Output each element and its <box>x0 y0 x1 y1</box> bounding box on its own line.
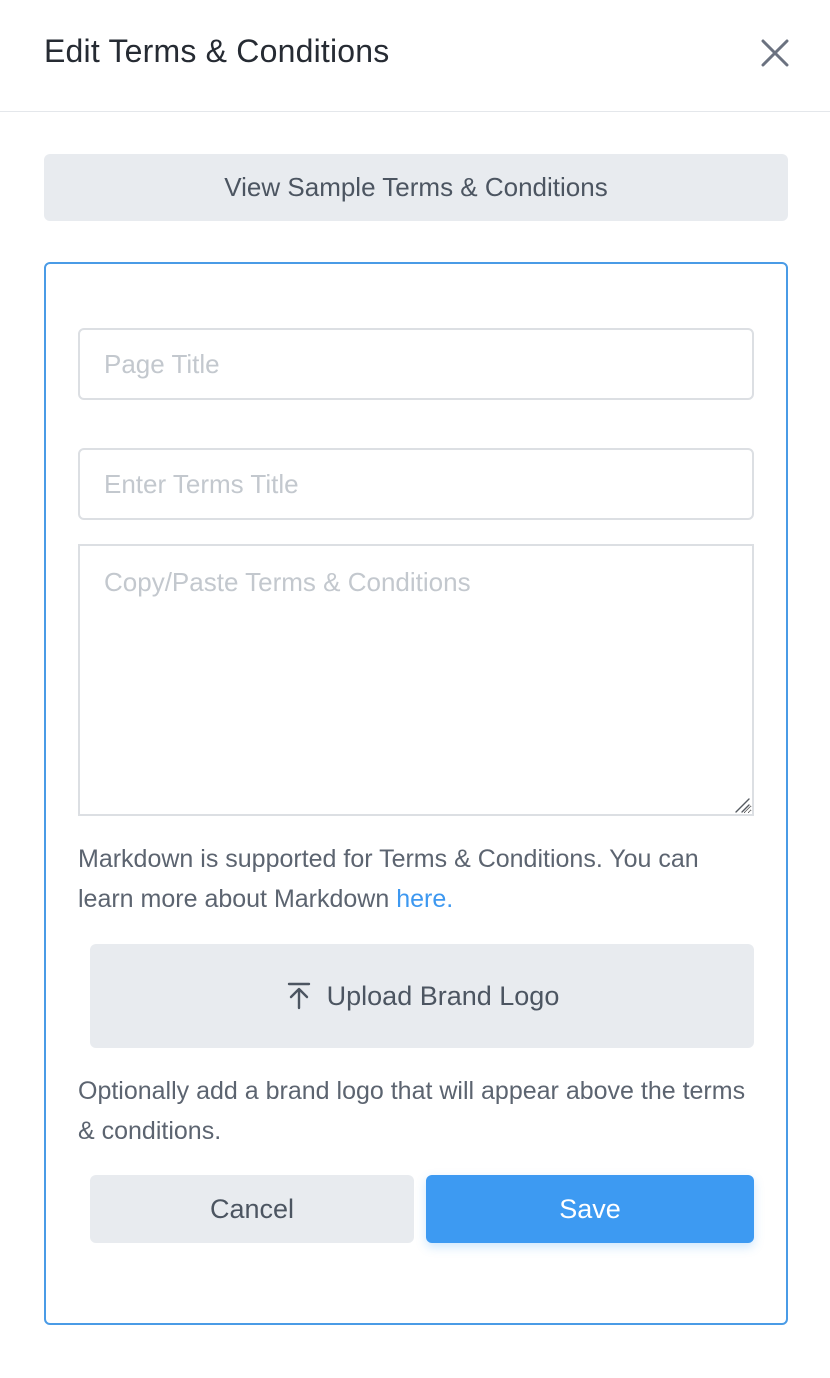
save-button[interactable]: Save <box>426 1175 754 1243</box>
upload-brand-logo-label: Upload Brand Logo <box>326 980 560 1011</box>
resize-grip-icon[interactable] <box>734 797 750 813</box>
dialog-title: Edit Terms & Conditions <box>44 33 390 69</box>
markdown-help-body: Markdown is supported for Terms & Condit… <box>78 845 699 913</box>
terms-title-input[interactable] <box>78 448 754 520</box>
markdown-help-text: Markdown is supported for Terms & Condit… <box>78 839 758 919</box>
terms-body-textarea[interactable] <box>78 544 754 816</box>
view-sample-label: View Sample Terms & Conditions <box>224 172 608 202</box>
save-label: Save <box>559 1193 621 1224</box>
close-icon <box>761 39 789 67</box>
dialog-header: Edit Terms & Conditions <box>0 0 830 112</box>
markdown-here-link[interactable]: here. <box>396 885 453 913</box>
cancel-button[interactable]: Cancel <box>90 1175 414 1243</box>
page-title-input[interactable] <box>78 328 754 400</box>
cancel-label: Cancel <box>209 1193 295 1224</box>
close-button[interactable] <box>756 34 794 72</box>
upload-brand-logo-button[interactable]: Upload Brand Logo <box>90 944 754 1048</box>
upload-icon <box>287 982 310 1010</box>
view-sample-button[interactable]: View Sample Terms & Conditions <box>44 154 788 221</box>
logo-help-text: Optionally add a brand logo that will ap… <box>78 1077 746 1145</box>
